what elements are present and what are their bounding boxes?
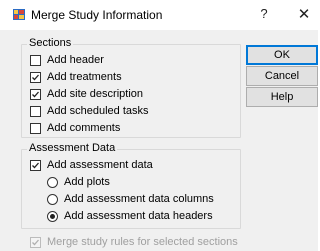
checkbox-box[interactable] xyxy=(30,54,41,66)
checkbox-box[interactable] xyxy=(30,105,41,117)
radio-circle[interactable] xyxy=(47,210,58,222)
ok-button[interactable]: OK xyxy=(246,45,318,65)
check-icon xyxy=(32,74,39,80)
sections-group-label: Sections xyxy=(27,37,74,49)
add-scheduled-tasks-checkbox[interactable]: Add scheduled tasks xyxy=(30,103,149,119)
checkbox-label: Add comments xyxy=(47,122,121,134)
check-icon xyxy=(32,162,39,168)
checkbox-label: Add treatments xyxy=(47,71,122,83)
close-button[interactable]: ✕ xyxy=(295,5,313,23)
radio-label: Add plots xyxy=(64,176,110,188)
radio-circle[interactable] xyxy=(47,176,58,188)
help-button[interactable]: Help xyxy=(246,87,318,107)
check-icon xyxy=(32,239,39,245)
radio-label: Add assessment data headers xyxy=(64,210,213,222)
cancel-button[interactable]: Cancel xyxy=(246,66,318,86)
checkbox-label: Merge study rules for selected sections xyxy=(47,236,238,248)
radio-circle[interactable] xyxy=(47,193,58,205)
checkbox-box[interactable] xyxy=(30,236,41,248)
check-icon xyxy=(32,91,39,97)
checkbox-box[interactable] xyxy=(30,122,41,134)
radio-selected-dot xyxy=(50,213,55,219)
checkbox-label: Add header xyxy=(47,54,104,66)
add-site-description-checkbox[interactable]: Add site description xyxy=(30,86,143,102)
assessment-group-label: Assessment Data xyxy=(27,142,118,154)
checkbox-label: Add site description xyxy=(47,88,143,100)
grid-app-icon xyxy=(13,9,25,20)
checkbox-box[interactable] xyxy=(30,88,41,100)
add-comments-checkbox[interactable]: Add comments xyxy=(30,120,120,136)
help-title-button[interactable]: ? xyxy=(256,6,272,22)
merge-study-rules-checkbox[interactable]: Merge study rules for selected sections xyxy=(30,234,238,250)
add-assessment-data-headers-radio[interactable]: Add assessment data headers xyxy=(47,208,213,224)
add-assessment-data-columns-radio[interactable]: Add assessment data columns xyxy=(47,191,214,207)
title-bar: Merge Study Information ? ✕ xyxy=(0,0,318,30)
checkbox-label: Add scheduled tasks xyxy=(47,105,149,117)
add-assessment-data-checkbox[interactable]: Add assessment data xyxy=(30,157,153,173)
checkbox-label: Add assessment data xyxy=(47,159,153,171)
merge-study-dialog: Merge Study Information ? ✕ Sections Add… xyxy=(0,0,318,251)
window-title: Merge Study Information xyxy=(31,8,163,22)
add-header-checkbox[interactable]: Add header xyxy=(30,52,104,68)
checkbox-box[interactable] xyxy=(30,159,41,171)
add-plots-radio[interactable]: Add plots xyxy=(47,174,110,190)
checkbox-box[interactable] xyxy=(30,71,41,83)
radio-label: Add assessment data columns xyxy=(64,193,214,205)
add-treatments-checkbox[interactable]: Add treatments xyxy=(30,69,122,85)
